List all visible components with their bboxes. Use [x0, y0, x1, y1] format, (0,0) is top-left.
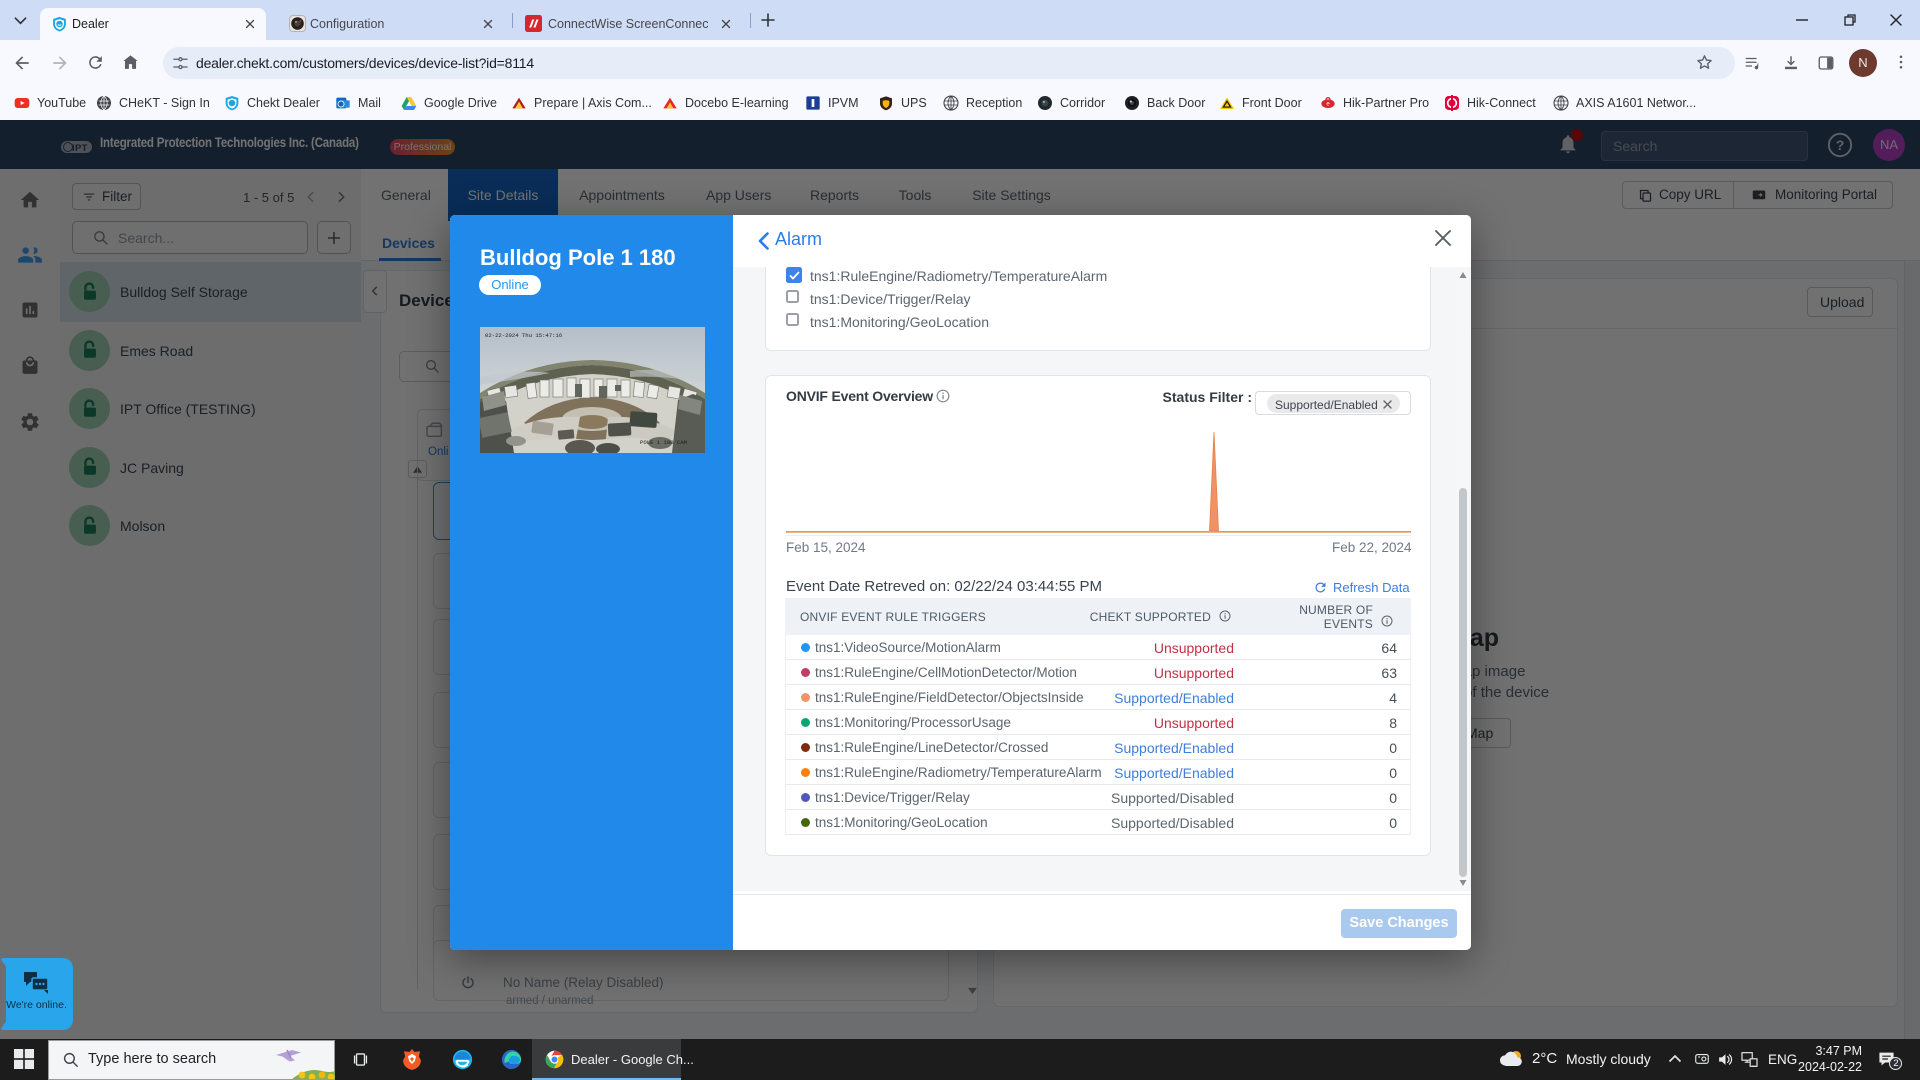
svg-text:02-22-2024 Thu 15:47:16: 02-22-2024 Thu 15:47:16: [485, 332, 562, 339]
svg-text:POLE 1 180 CAM: POLE 1 180 CAM: [640, 439, 687, 446]
